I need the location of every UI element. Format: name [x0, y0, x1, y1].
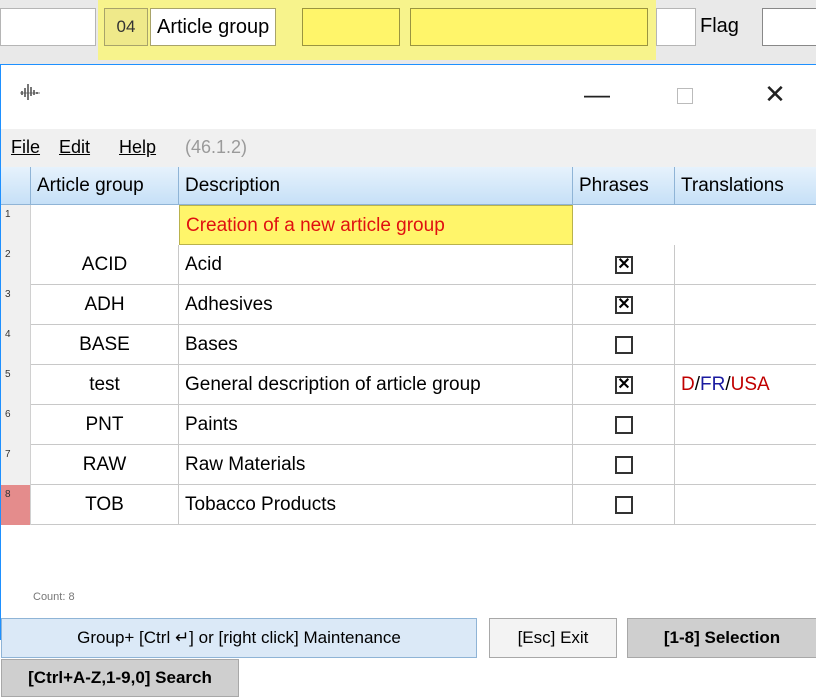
phrases-cell — [573, 445, 675, 485]
row-number[interactable]: 5 — [1, 365, 31, 405]
article-group-table: Article group Description Phrases Transl… — [1, 167, 816, 525]
article-group-dialog: — ✕ File Edit Help (46.1.2) Article grou… — [0, 64, 816, 697]
table-row[interactable]: 4 BASE Bases — [1, 325, 816, 365]
search-button[interactable]: [Ctrl+A-Z,1-9,0] Search — [1, 659, 239, 697]
description-cell[interactable]: Adhesives — [179, 285, 573, 325]
translation-language: D — [681, 374, 695, 395]
translation-language: USA — [730, 374, 770, 395]
phrases-checkbox-checked[interactable]: ✕ — [615, 376, 633, 394]
phrases-checkbox[interactable] — [615, 336, 633, 354]
article-group-code-cell[interactable]: TOB — [31, 485, 179, 525]
article-group-code-cell[interactable]: ACID — [31, 245, 179, 285]
description-cell[interactable]: Acid — [179, 245, 573, 285]
table-row[interactable]: 5 test General description of article grou… — [1, 365, 816, 405]
table-row[interactable]: 3 ADH Adhesives ✕ — [1, 285, 816, 325]
article-group-code-cell[interactable]: ADH — [31, 285, 179, 325]
column-header-article-group[interactable]: Article group — [31, 167, 179, 205]
menu-help[interactable]: Help — [119, 137, 156, 158]
translations-cell[interactable] — [675, 445, 816, 485]
minimize-button[interactable]: — — [567, 65, 627, 129]
phrases-cell: ✕ — [573, 365, 675, 405]
phrases-checkbox[interactable] — [615, 456, 633, 474]
row-number[interactable]: 3 — [1, 285, 31, 325]
phrases-checkbox[interactable] — [615, 496, 633, 514]
row-number[interactable]: 6 — [1, 405, 31, 445]
description-cell[interactable]: Raw Materials — [179, 445, 573, 485]
menu-edit[interactable]: Edit — [59, 137, 90, 158]
row-number[interactable]: 4 — [1, 325, 31, 365]
waveform-icon — [20, 84, 40, 100]
article-group-code-field[interactable] — [302, 8, 400, 46]
field-article-group-label: Article group — [150, 8, 277, 46]
phrases-checkbox-checked[interactable]: ✕ — [615, 256, 633, 274]
menu-bar: File Edit Help (46.1.2) — [1, 129, 816, 167]
translation-language: FR — [700, 374, 726, 395]
translations-cell[interactable] — [675, 285, 816, 325]
close-button[interactable]: ✕ — [745, 65, 805, 129]
description-cell[interactable]: Bases — [179, 325, 573, 365]
row-number[interactable]: 1 — [1, 205, 31, 245]
article-group-code-cell[interactable]: BASE — [31, 325, 179, 365]
table-body: 1 Creation of a new article group 2 ACID Aci… — [1, 205, 816, 525]
new-entry-cell[interactable]: Creation of a new article group — [179, 205, 573, 245]
table-row[interactable]: 8 TOB Tobacco Products — [1, 485, 816, 525]
menu-file[interactable]: File — [11, 137, 40, 158]
phrases-cell — [573, 405, 675, 445]
phrases-cell: ✕ — [573, 285, 675, 325]
column-header-phrases[interactable]: Phrases — [573, 167, 675, 205]
article-group-description-field[interactable] — [410, 8, 648, 46]
phrases-cell — [573, 485, 675, 525]
phrases-checkbox-checked[interactable]: ✕ — [615, 296, 633, 314]
maximize-button[interactable] — [655, 65, 715, 129]
flag-field[interactable] — [762, 8, 816, 46]
description-cell[interactable]: Paints — [179, 405, 573, 445]
background-field-left — [0, 8, 96, 46]
row-number[interactable]: 7 — [1, 445, 31, 485]
table-header: Article group Description Phrases Transl… — [1, 167, 816, 205]
exit-button[interactable]: [Esc] Exit — [489, 618, 617, 658]
record-count: Count: 8 — [33, 591, 75, 603]
description-cell[interactable]: General description of article group — [179, 365, 573, 405]
maintenance-button[interactable]: Group+ [Ctrl ↵] or [right click] Mainten… — [1, 618, 477, 658]
header-corner — [1, 167, 31, 205]
translations-cell[interactable] — [675, 405, 816, 445]
column-header-translations[interactable]: Translations — [675, 167, 816, 205]
table-row[interactable]: 6 PNT Paints — [1, 405, 816, 445]
phrases-checkbox[interactable] — [615, 416, 633, 434]
flag-label: Flag — [700, 15, 739, 37]
article-group-code-cell[interactable]: test — [31, 365, 179, 405]
table-row[interactable]: 2 ACID Acid ✕ — [1, 245, 816, 285]
background-field-right — [656, 8, 696, 46]
description-cell[interactable]: Tobacco Products — [179, 485, 573, 525]
phrases-cell — [573, 325, 675, 365]
title-bar[interactable]: — ✕ — [1, 65, 816, 129]
column-header-description[interactable]: Description — [179, 167, 573, 205]
article-group-code-cell[interactable]: RAW — [31, 445, 179, 485]
background-form-strip: 04 Article group Flag — [0, 0, 816, 64]
table-row[interactable]: 7 RAW Raw Materials — [1, 445, 816, 485]
translations-cell[interactable] — [675, 245, 816, 285]
article-group-code-cell[interactable]: PNT — [31, 405, 179, 445]
translations-cell[interactable] — [675, 485, 816, 525]
translations-cell[interactable] — [675, 325, 816, 365]
field-number-label: 04 — [104, 8, 148, 46]
table-row[interactable]: 1 Creation of a new article group — [1, 205, 816, 245]
version-label: (46.1.2) — [185, 137, 248, 157]
row-number[interactable]: 8 — [1, 485, 31, 525]
maximize-icon — [677, 88, 693, 105]
row-number[interactable]: 2 — [1, 245, 31, 285]
selection-button[interactable]: [1-8] Selection — [627, 618, 816, 658]
translations-cell[interactable]: D/FR/USA — [675, 365, 816, 405]
phrases-cell: ✕ — [573, 245, 675, 285]
